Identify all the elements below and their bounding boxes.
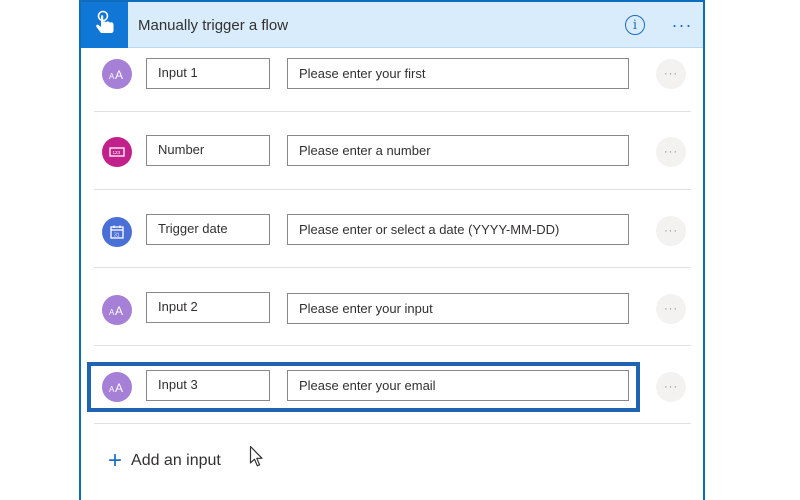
input-row: AA Input 1 Please enter your first ··· [94,34,691,112]
svg-text:A: A [115,304,123,317]
svg-text:A: A [115,68,123,81]
input-name-field[interactable]: Trigger date [146,214,270,245]
card-title: Manually trigger a flow [138,17,289,34]
input-name-field[interactable]: Number [146,135,270,166]
calendar-icon: 31 [102,217,132,247]
text-aa-icon: AA [102,295,132,325]
trigger-card: Manually trigger a flow i ··· AA Input 1… [79,0,705,500]
input-row: AA Input 2 Please enter your input ··· [94,268,691,346]
input-name-field[interactable]: Input 3 [146,370,270,401]
row-more-button[interactable]: ··· [656,137,686,167]
input-row: 31 Trigger date Please enter or select a… [94,190,691,268]
info-icon[interactable]: i [625,15,645,35]
input-row: 123 Number Please enter a number ··· [94,112,691,190]
placeholder-field[interactable]: Please enter or select a date (YYYY-MM-D… [287,214,629,245]
placeholder-field[interactable]: Please enter your email [287,370,629,401]
add-input-label: Add an input [131,452,221,469]
svg-text:A: A [115,381,123,394]
number-icon: 123 [102,137,132,167]
add-input-button[interactable]: + Add an input [108,448,221,474]
row-more-button[interactable]: ··· [656,372,686,402]
svg-text:31: 31 [114,233,120,239]
placeholder-field[interactable]: Please enter your first [287,58,629,89]
input-name-field[interactable]: Input 2 [146,292,270,323]
input-name-field[interactable]: Input 1 [146,58,270,89]
row-more-button[interactable]: ··· [656,216,686,246]
mouse-pointer-icon [249,445,263,467]
plus-icon: + [108,447,123,474]
text-aa-icon: AA [102,372,132,402]
svg-text:123: 123 [113,150,121,155]
input-row: AA Input 3 Please enter your email ··· [94,346,691,424]
placeholder-field[interactable]: Please enter a number [287,135,629,166]
row-more-button[interactable]: ··· [656,59,686,89]
row-more-button[interactable]: ··· [656,294,686,324]
text-aa-icon: AA [102,59,132,89]
placeholder-field[interactable]: Please enter your input [287,293,629,324]
